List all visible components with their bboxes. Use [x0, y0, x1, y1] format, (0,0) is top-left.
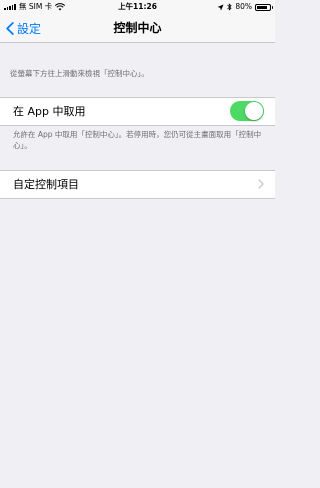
page-title: 控制中心	[113, 21, 162, 35]
access-in-apps-row: 在 App 中取用	[0, 97, 275, 126]
access-in-apps-toggle[interactable]	[230, 101, 264, 121]
status-bar: 無 SIM 卡 上午11:26 80%	[0, 0, 275, 14]
chevron-right-icon	[258, 179, 264, 189]
section-hint: 從螢幕下方往上滑動來檢視「控制中心」。	[10, 69, 149, 78]
toggle-knob	[245, 102, 263, 120]
bluetooth-icon	[227, 3, 232, 11]
customize-controls-row[interactable]: 自定控制項目	[0, 170, 275, 199]
status-right: 80%	[217, 0, 273, 14]
navigation-bar: 設定 控制中心	[0, 14, 275, 43]
access-in-apps-footer: 允許在 App 中取用「控制中心」。若停用時，您仍可從主畫面取用「控制中心」。	[13, 130, 262, 150]
customize-controls-label: 自定控制項目	[13, 178, 79, 191]
battery-icon	[255, 3, 273, 11]
location-arrow-icon	[217, 4, 224, 10]
battery-percent: 80%	[235, 2, 252, 11]
access-in-apps-label: 在 App 中取用	[13, 105, 86, 118]
